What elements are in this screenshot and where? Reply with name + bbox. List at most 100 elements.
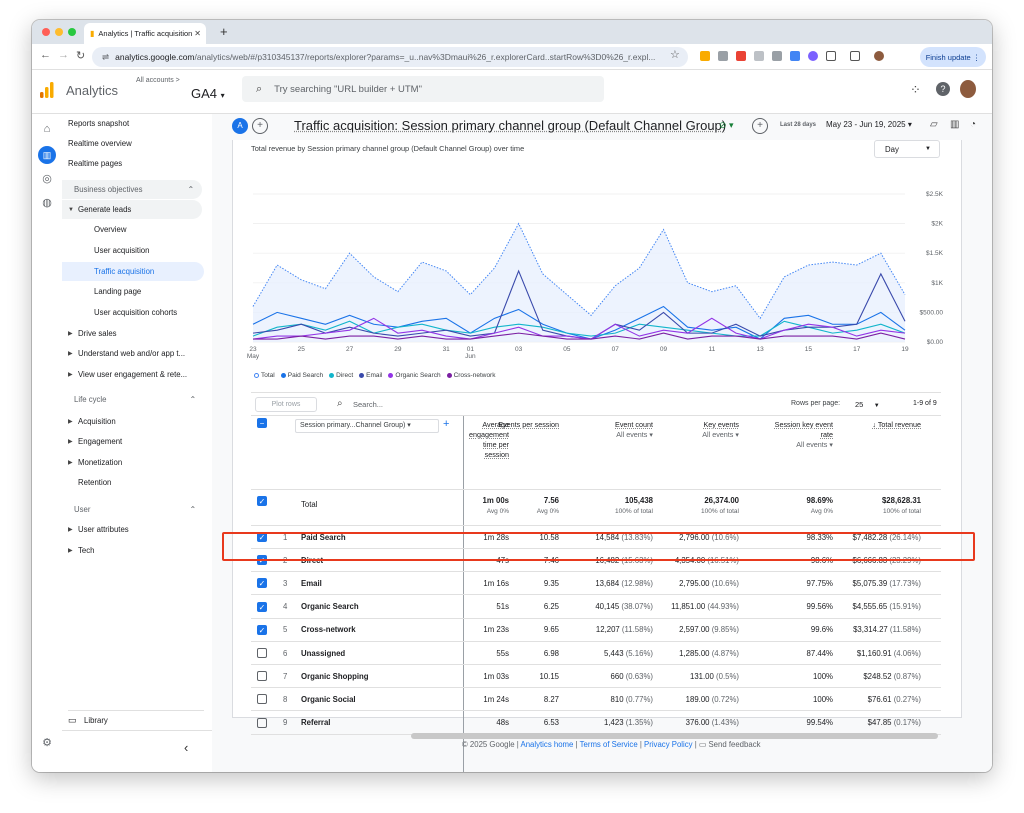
legend-item[interactable]: Cross-network — [446, 372, 495, 379]
extension-icon[interactable] — [808, 51, 818, 61]
bookmark-star-icon[interactable]: ☆ — [670, 48, 680, 61]
row-checkbox[interactable] — [257, 648, 267, 658]
forward-icon[interactable]: → — [58, 49, 69, 61]
extension-icon[interactable] — [772, 51, 782, 61]
add-icon[interactable]: + — [752, 118, 768, 134]
verified-check-icon[interactable]: ⊘ ▾ — [719, 120, 734, 131]
plot-rows-button[interactable]: Plot rows — [255, 397, 317, 412]
column-header[interactable]: ↓ Total revenue — [859, 420, 921, 430]
all-accounts-link[interactable]: All accounts > — [136, 77, 180, 84]
explore-icon[interactable]: ◎ — [40, 172, 54, 186]
search-bar[interactable]: ⌕ Try searching "URL builder + UTM" — [242, 76, 604, 102]
new-tab-icon[interactable]: + — [220, 24, 228, 39]
extension-icon[interactable] — [718, 51, 728, 61]
comparison-avatar[interactable]: A — [232, 118, 248, 134]
nav-monetization[interactable]: ▶ Monetization — [68, 453, 204, 472]
table-row[interactable]: 9 Referral 48s 6.53 1,423 (1.35%) 376.00 (1.4… — [251, 712, 941, 735]
advertising-icon[interactable]: ◍ — [40, 196, 54, 210]
table-row[interactable]: ✓ 3 Email 1m 16s 9.35 13,684 (12.98%) 2,795.00… — [251, 572, 941, 596]
nav-drive-sales[interactable]: ▶ Drive sales — [68, 324, 204, 343]
nav-realtime-overview[interactable]: Realtime overview — [68, 134, 204, 153]
table-search-input[interactable]: Search... — [353, 400, 383, 409]
send-feedback-link[interactable]: Send feedback — [708, 740, 760, 749]
maximize-window-button[interactable] — [68, 28, 76, 36]
column-header[interactable]: Key events All events ▾ — [677, 420, 739, 440]
nav-traffic-acquisition[interactable]: Traffic acquisition — [62, 262, 204, 281]
nav-user-acquisition[interactable]: User acquisition — [68, 241, 204, 260]
table-row[interactable]: ✓ 4 Organic Search 51s 6.25 40,145 (38.07%) 11… — [251, 596, 941, 619]
add-comparison-icon[interactable]: + — [252, 118, 268, 134]
life-cycle-header[interactable]: Life cycle ⌃ — [68, 390, 204, 409]
select-all-checkbox[interactable]: − — [257, 418, 267, 428]
column-header[interactable]: Event count All events ▾ — [591, 420, 653, 440]
legend-item[interactable]: Paid Search — [280, 372, 323, 379]
reports-icon[interactable]: ▥ — [38, 146, 56, 164]
admin-gear-icon[interactable]: ⚙ — [40, 736, 54, 750]
customize-icon[interactable]: ▥ — [950, 119, 959, 130]
extension-icon[interactable] — [754, 51, 764, 61]
nav-generate-leads[interactable]: ▼ Generate leads — [62, 200, 202, 219]
rows-per-page-select[interactable]: 25 ▼ — [855, 400, 880, 409]
minimize-window-button[interactable] — [55, 28, 63, 36]
nav-library[interactable]: ▭ Library — [68, 710, 204, 729]
column-event-filter[interactable]: All events ▾ — [677, 430, 739, 440]
close-window-button[interactable] — [42, 28, 50, 36]
table-row[interactable]: 7 Organic Shopping 1m 03s 10.15 660 (0.63%) 1… — [251, 665, 941, 689]
site-settings-icon[interactable]: ⇌ — [102, 52, 109, 63]
column-header[interactable]: Events per session — [497, 420, 559, 430]
legend-item[interactable]: Organic Search — [388, 372, 441, 379]
browser-tab[interactable]: ▮ Analytics | Traffic acquisition ✕ — [84, 23, 206, 44]
row-checkbox[interactable] — [257, 671, 267, 682]
side-panel-icon[interactable] — [850, 51, 860, 61]
legend-item[interactable]: Email — [359, 372, 382, 379]
row-checkbox[interactable]: ✓ — [257, 624, 267, 635]
nav-reports-snapshot[interactable]: Reports snapshot — [68, 114, 204, 133]
extension-gmail-icon[interactable] — [736, 51, 746, 61]
insights-icon[interactable]: ◔ — [970, 119, 976, 130]
nav-acquisition[interactable]: ▶ Acquisition — [68, 412, 204, 431]
user-header[interactable]: User ⌃ — [68, 500, 204, 519]
nav-realtime-pages[interactable]: Realtime pages — [68, 154, 204, 173]
user-avatar[interactable] — [960, 80, 976, 98]
url-field[interactable]: ⇌ analytics.google.com/analytics/web/#/p… — [92, 47, 688, 67]
row-checkbox[interactable] — [257, 717, 267, 728]
table-row[interactable]: 8 Organic Social 1m 24s 8.27 810 (0.77%) 189.… — [251, 688, 941, 712]
column-event-filter[interactable]: All events ▾ — [591, 430, 653, 440]
close-tab-icon[interactable]: ✕ — [194, 29, 201, 38]
table-row[interactable]: 6 Unassigned 55s 6.98 5,443 (5.16%) 1,285.00 … — [251, 642, 941, 665]
total-checkbox[interactable]: ✓ — [257, 496, 267, 506]
privacy-link[interactable]: Privacy Policy — [644, 740, 693, 749]
interval-select[interactable]: Day ▼ — [874, 140, 940, 158]
extension-calendar-icon[interactable] — [700, 51, 710, 61]
apps-grid-icon[interactable]: ⁘ — [910, 82, 921, 98]
business-objectives-header[interactable]: Business objectives ⌃ — [62, 180, 202, 199]
row-checkbox[interactable]: ✓ — [257, 601, 267, 612]
dimension-select[interactable]: Session primary...Channel Group) ▾ — [295, 419, 439, 433]
nav-user-acquisition-cohorts[interactable]: User acquisition cohorts — [68, 303, 204, 322]
back-icon[interactable]: ← — [40, 49, 51, 61]
legend-item[interactable]: Direct — [329, 372, 353, 379]
extension-icon[interactable] — [790, 51, 800, 61]
nav-landing-page[interactable]: Landing page — [68, 282, 204, 301]
analytics-home-link[interactable]: Analytics home — [521, 740, 574, 749]
date-range-picker[interactable]: May 23 - Jun 19, 2025 ▾ — [826, 120, 912, 129]
nav-retention[interactable]: Retention — [68, 473, 204, 492]
finish-update-button[interactable]: Finish update ⋮ — [920, 47, 986, 67]
nav-understand-web[interactable]: ▶ Understand web and/or app t... — [68, 344, 204, 363]
horizontal-scrollbar[interactable] — [411, 733, 938, 739]
profile-avatar[interactable] — [874, 51, 884, 61]
column-header[interactable]: Session key event rate All events ▾ — [771, 420, 833, 450]
add-dimension-icon[interactable]: + — [443, 418, 449, 430]
nav-engagement[interactable]: ▶ Engagement — [68, 432, 204, 451]
nav-user-engagement[interactable]: ▶ View user engagement & rete... — [68, 365, 204, 384]
property-selector[interactable]: GA4 ▾ — [191, 86, 225, 101]
table-row[interactable]: ✓ 5 Cross-network 1m 23s 9.65 12,207 (11.58%)… — [251, 619, 941, 642]
report-title[interactable]: Traffic acquisition: Session primary cha… — [294, 118, 726, 133]
nav-user-attributes[interactable]: ▶ User attributes — [68, 520, 204, 539]
legend-item[interactable]: Total — [254, 372, 275, 379]
nav-tech[interactable]: ▶ Tech — [68, 541, 204, 560]
row-checkbox[interactable]: ✓ — [257, 578, 267, 589]
reload-icon[interactable]: ↻ — [76, 49, 85, 62]
column-event-filter[interactable]: All events ▾ — [771, 440, 833, 450]
nav-overview[interactable]: Overview — [68, 220, 204, 239]
